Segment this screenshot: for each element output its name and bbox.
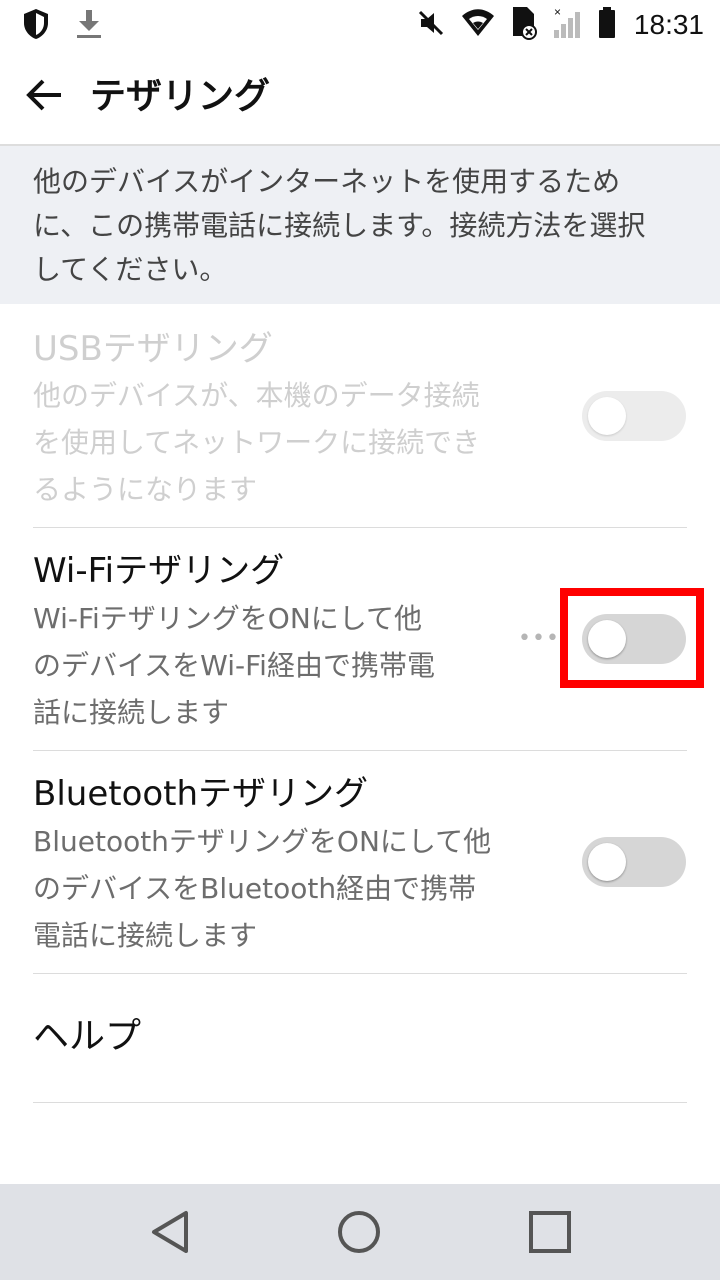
highlight-box	[560, 588, 704, 688]
download-icon	[74, 8, 104, 44]
bluetooth-tethering-row[interactable]: Bluetoothテザリング BluetoothテザリングをONにして他 のデバ…	[33, 751, 687, 974]
usb-tethering-summary-line-1: 他のデバイスが、本機のデータ接続	[33, 379, 480, 412]
toggle-knob	[588, 397, 626, 435]
usb-tethering-summary-line-3: るようになります	[33, 473, 258, 506]
battery-icon	[598, 7, 616, 43]
nav-recents-button[interactable]	[520, 1204, 580, 1264]
usb-tethering-title: USBテザリング	[33, 329, 273, 369]
bluetooth-tethering-summary-line-2: のデバイスをBluetooth経由で携帯	[33, 872, 477, 905]
recents-square-icon	[527, 1209, 573, 1259]
toggle-knob	[588, 843, 626, 881]
signal-icon: ×	[552, 5, 584, 44]
bluetooth-tethering-summary-line-3: 電話に接続します	[33, 919, 258, 952]
usb-tethering-row: USBテザリング 他のデバイスが、本機のデータ接続 を使用してネットワークに接続…	[33, 304, 687, 528]
back-button[interactable]	[20, 72, 70, 122]
wifi-tethering-summary-line-2: のデバイスをWi-Fi経由で携帯電	[33, 649, 435, 682]
wifi-tethering-summary-line-1: Wi-FiテザリングをONにして他	[33, 602, 422, 635]
status-bar: × 18:31	[0, 0, 720, 50]
more-options-icon[interactable]: •••	[518, 626, 560, 651]
status-bar-left	[22, 8, 104, 44]
status-bar-right: × 18:31	[416, 5, 704, 44]
wifi-tethering-summary-line-3: 話に接続します	[33, 696, 230, 729]
clock-time: 18:31	[633, 9, 704, 40]
page-title: テザリング	[90, 76, 271, 117]
bluetooth-tethering-title: Bluetoothテザリング	[33, 774, 369, 814]
arrow-back-icon	[25, 77, 65, 117]
help-label: ヘルプ	[33, 1016, 142, 1057]
usb-tethering-summary-line-2: を使用してネットワークに接続でき	[33, 426, 481, 459]
navigation-bar	[0, 1184, 720, 1280]
mute-icon	[416, 8, 446, 42]
usb-tethering-toggle	[582, 391, 686, 441]
nav-home-button[interactable]	[329, 1204, 389, 1264]
app-bar: テザリング	[0, 50, 720, 146]
back-triangle-icon	[148, 1209, 192, 1259]
bluetooth-tethering-toggle[interactable]	[582, 837, 686, 887]
svg-text:×: ×	[554, 6, 561, 19]
bluetooth-tethering-summary-line-1: BluetoothテザリングをONにして他	[33, 825, 492, 858]
sim-icon	[510, 6, 538, 44]
wifi-icon	[460, 8, 496, 42]
shield-icon	[22, 8, 50, 44]
home-circle-icon	[335, 1208, 383, 1260]
description-banner: 他のデバイスがインターネットを使用するために、この携帯電話に接続します。接続方法…	[0, 146, 720, 304]
wifi-tethering-title: Wi-Fiテザリング	[33, 551, 285, 591]
description-text: 他のデバイスがインターネットを使用するために、この携帯電話に接続します。接続方法…	[33, 165, 646, 286]
help-row[interactable]: ヘルプ	[33, 974, 687, 1103]
nav-back-button[interactable]	[140, 1204, 200, 1264]
